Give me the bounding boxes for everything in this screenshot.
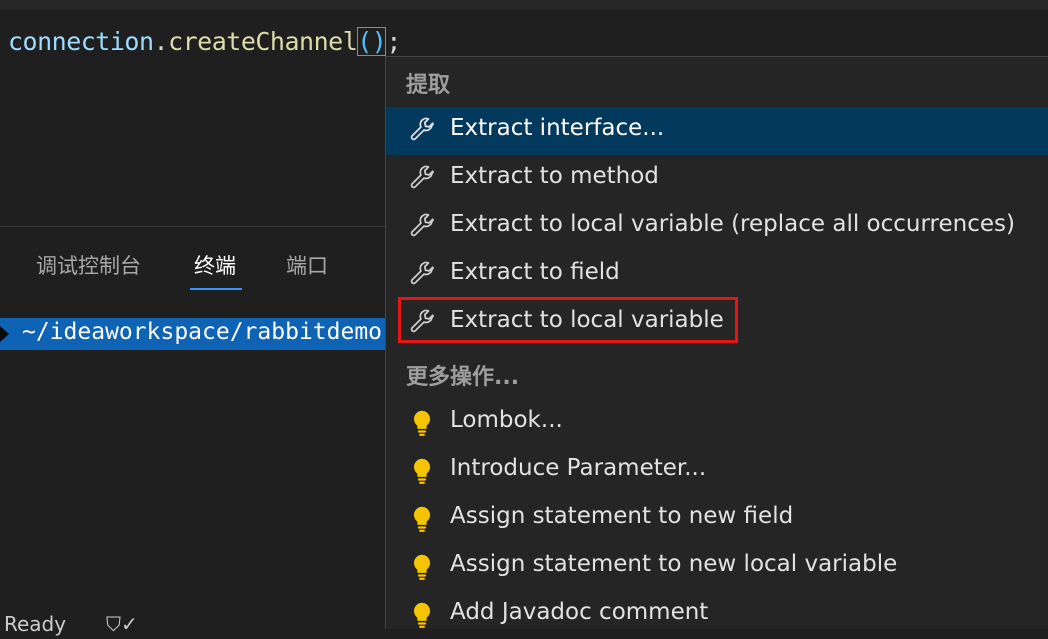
wrench-icon	[410, 117, 434, 141]
menu-item-extract-local-variable-all[interactable]: Extract to local variable (replace all o…	[386, 203, 1048, 251]
tab-debug-console[interactable]: 调试控制台	[36, 250, 141, 280]
tab-ports[interactable]: 端口	[286, 250, 328, 280]
menu-item-extract-to-field[interactable]: Extract to field	[386, 251, 1048, 299]
menu-item-lombok[interactable]: Lombok...	[386, 399, 1048, 447]
menu-item-label: Assign statement to new field	[450, 503, 794, 529]
wrench-icon	[410, 165, 434, 189]
active-tab-indicator	[190, 288, 242, 290]
code-semicolon: ;	[386, 27, 401, 56]
lightbulb-icon	[413, 506, 431, 532]
wrench-icon	[410, 261, 434, 285]
wrench-icon	[410, 309, 434, 333]
menu-item-label: Lombok...	[450, 407, 563, 433]
status-bar: Ready ⛉✓	[0, 610, 386, 636]
terminal-path: ~/ideaworkspace/rabbitdemo	[22, 319, 383, 345]
wrench-icon	[410, 213, 434, 237]
status-ready: Ready	[4, 612, 67, 636]
menu-item-label: Extract interface...	[450, 115, 665, 141]
code-dot: .	[153, 27, 169, 56]
menu-item-assign-new-local-variable[interactable]: Assign statement to new local variable	[386, 543, 1048, 591]
shield-check-icon[interactable]: ⛉✓	[106, 612, 138, 636]
panel-divider	[0, 226, 386, 227]
menu-item-extract-local-variable[interactable]: Extract to local variable	[386, 297, 1048, 347]
menu-item-extract-interface[interactable]: Extract interface...	[386, 107, 1048, 155]
code-method: createChannel	[168, 27, 358, 56]
code-parens: ()	[357, 27, 387, 56]
prompt-arrow-icon	[0, 326, 9, 342]
menu-item-label: Extract to method	[450, 163, 659, 189]
terminal-prompt[interactable]: ~/ideaworkspace/rabbitdemo	[0, 318, 386, 350]
lightbulb-icon	[413, 554, 431, 580]
menu-item-label: Extract to local variable (replace all o…	[450, 211, 1015, 237]
code-object: connection	[8, 27, 154, 56]
menu-item-add-javadoc[interactable]: Add Javadoc comment	[386, 591, 1048, 639]
lightbulb-icon	[413, 410, 431, 436]
editor-line[interactable]: connection.createChannel();	[0, 12, 1048, 56]
panel-tabs: 调试控制台 终端 端口	[0, 240, 386, 290]
menu-header-extract: 提取	[406, 73, 451, 98]
menu-item-label: Extract to local variable	[450, 307, 724, 333]
quick-fix-menu: 提取 Extract interface... Extract to metho…	[385, 56, 1048, 629]
menu-item-label: Introduce Parameter...	[450, 455, 707, 481]
menu-item-label: Assign statement to new local variable	[450, 551, 898, 577]
menu-item-introduce-parameter[interactable]: Introduce Parameter...	[386, 447, 1048, 495]
menu-item-assign-new-field[interactable]: Assign statement to new field	[386, 495, 1048, 543]
editor-top-strip	[0, 0, 1048, 10]
lightbulb-icon	[413, 602, 431, 628]
tab-terminal[interactable]: 终端	[194, 250, 236, 280]
menu-item-extract-to-method[interactable]: Extract to method	[386, 155, 1048, 203]
lightbulb-icon	[413, 458, 431, 484]
menu-header-more-actions: 更多操作...	[406, 365, 520, 390]
menu-item-label: Add Javadoc comment	[450, 599, 709, 625]
menu-item-label: Extract to field	[450, 259, 620, 285]
code-line[interactable]: connection.createChannel();	[8, 26, 401, 58]
